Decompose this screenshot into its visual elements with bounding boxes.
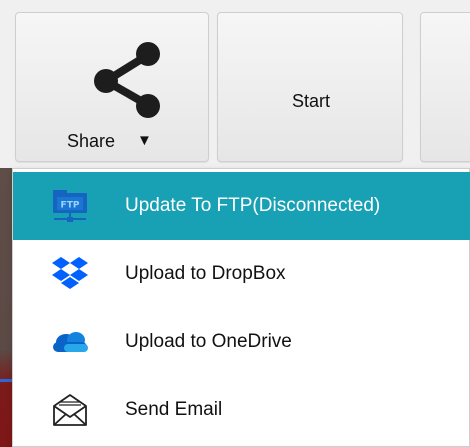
start-button-label: Start (291, 91, 330, 111)
share-button-label: Share (67, 131, 116, 151)
menu-item-label: Update To FTP(Disconnected) (125, 195, 381, 216)
onedrive-icon (53, 332, 88, 352)
envelope-icon (53, 394, 87, 426)
menu-item-label: Send Email (125, 399, 223, 420)
background-window-edge (0, 168, 12, 447)
svg-text:FTP: FTP (61, 201, 80, 211)
menu-item-label: Upload to DropBox (125, 263, 286, 284)
start-button[interactable]: Start (217, 12, 403, 162)
ribbon-toolbar: Share ▼ Start (0, 0, 470, 168)
share-icon (94, 42, 160, 118)
menu-item-upload-dropbox[interactable]: Upload to DropBox (13, 240, 470, 308)
share-button[interactable]: Share ▼ (15, 12, 209, 162)
background-accent-line (0, 379, 12, 382)
menu-item-label: Upload to OneDrive (125, 331, 292, 352)
caret-down-icon[interactable]: ▼ (137, 132, 152, 149)
menu-item-update-to-ftp[interactable]: FTP Update To FTP(Disconnected) (13, 172, 470, 240)
ftp-folder-icon: FTP (53, 190, 87, 222)
menu-item-send-email[interactable]: Send Email (13, 376, 470, 444)
dropbox-icon (52, 257, 88, 289)
share-dropdown-menu: FTP Update To FTP(Disconnected) Upload t… (12, 168, 470, 447)
toolbar-button-partial[interactable] (420, 12, 470, 162)
menu-item-upload-onedrive[interactable]: Upload to OneDrive (13, 308, 470, 376)
